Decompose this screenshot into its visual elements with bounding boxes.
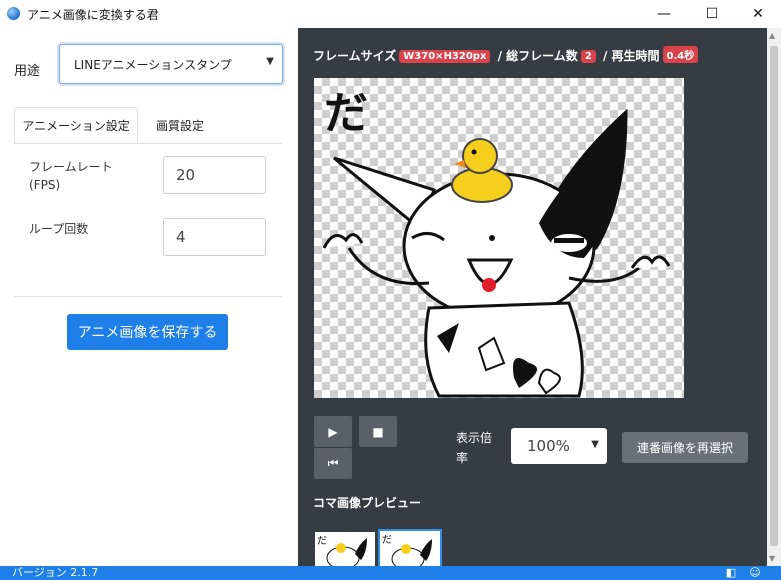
- duration-label: 再生時間: [611, 49, 660, 63]
- usage-select-value: LINEアニメーションスタンプ: [74, 58, 232, 72]
- usage-select[interactable]: LINEアニメーションスタンプ ▼: [59, 44, 283, 84]
- frame-thumbnail-2[interactable]: だ: [378, 529, 442, 570]
- frame-rate-label: フレームレート (FPS): [29, 158, 113, 194]
- caret-down-icon: ▼: [266, 56, 274, 67]
- title-bar: アニメ画像に変換する君 — ☐ ✕: [0, 0, 781, 28]
- scrollbar-thumb[interactable]: [770, 46, 778, 546]
- maximize-button[interactable]: ☐: [689, 0, 735, 28]
- settings-panel: 用途 LINEアニメーションスタンプ ▼ アニメーション設定 画質設定 フレーム…: [0, 28, 298, 566]
- cat-right-hand: [630, 255, 671, 269]
- zoom-value: 100%: [527, 437, 570, 455]
- caret-down-icon: ▼: [591, 439, 599, 450]
- vertical-scrollbar[interactable]: ▲ ▼: [767, 28, 781, 566]
- cat-left-hand: [322, 233, 364, 249]
- total-frames-badge: 2: [580, 50, 596, 63]
- play-button[interactable]: ▶: [314, 416, 352, 447]
- sticker-illustration: だ: [322, 88, 671, 398]
- zoom-label: 表示倍率: [456, 431, 493, 465]
- frame-rate-input[interactable]: 20: [163, 156, 266, 194]
- frame-rate-label-line2: (FPS): [29, 178, 61, 192]
- frame-rate-label-line1: フレームレート: [29, 160, 113, 174]
- tab-animation-settings[interactable]: アニメーション設定: [14, 107, 138, 143]
- frame-size-label: フレームサイズ: [313, 49, 397, 63]
- loop-count-input[interactable]: 4: [163, 218, 266, 256]
- save-animation-button[interactable]: アニメ画像を保存する: [67, 314, 228, 350]
- preview-panel: フレームサイズ W370×H320px / 総フレーム数 2 / 再生時間 0.4秒 …: [298, 28, 767, 570]
- animation-preview: だ: [314, 78, 684, 398]
- thumbnails-title: コマ画像プレビュー: [313, 496, 422, 510]
- settings-tabs: アニメーション設定 画質設定: [14, 107, 282, 144]
- duck-head: [462, 138, 498, 174]
- frame-thumbnail-1[interactable]: だ: [315, 532, 375, 566]
- total-frames-label: 総フレーム数: [506, 49, 578, 63]
- loop-count-value: 4: [176, 228, 186, 246]
- status-bar: バージョン 2.1.7 ◧ ☺: [0, 566, 781, 580]
- stop-icon: ■: [372, 424, 384, 439]
- zoom-select[interactable]: 100% ▼: [511, 428, 607, 464]
- divider: [14, 296, 282, 297]
- window-title: アニメ画像に変換する君: [27, 8, 159, 22]
- frame-info: フレームサイズ W370×H320px / 総フレーム数 2 / 再生時間 0.4秒: [313, 46, 701, 64]
- smiley-icon[interactable]: ☺: [749, 567, 761, 579]
- duck-beak: [454, 160, 466, 168]
- thumbnail-text: だ: [382, 534, 392, 546]
- app-icon: [7, 7, 20, 20]
- cat-nose: [489, 235, 495, 241]
- duck-eye: [471, 149, 477, 155]
- thumbnail-image: だ: [382, 534, 432, 568]
- minimize-button[interactable]: —: [641, 0, 687, 28]
- scroll-down-icon[interactable]: ▼: [769, 554, 775, 563]
- usage-label: 用途: [14, 64, 41, 79]
- version-text: バージョン 2.1.7: [12, 566, 99, 579]
- thumbnail-text: だ: [317, 535, 327, 547]
- sticker-text: だ: [324, 88, 368, 139]
- frame-size-badge: W370×H320px: [399, 50, 491, 63]
- thumbnail-image: だ: [317, 535, 367, 566]
- scroll-up-icon[interactable]: ▲: [769, 31, 775, 40]
- reselect-images-button[interactable]: 連番画像を再選択: [622, 432, 748, 463]
- frame-rate-value: 20: [176, 166, 196, 184]
- play-icon: ▶: [328, 424, 338, 439]
- cat-tongue: [482, 278, 496, 292]
- loop-count-label: ループ回数: [29, 222, 89, 236]
- duration-badge: 0.4秒: [662, 46, 699, 63]
- close-button[interactable]: ✕: [735, 0, 781, 28]
- cat-eyelid: [554, 238, 584, 243]
- logo-icon[interactable]: ◧: [725, 567, 737, 579]
- tab-quality-settings[interactable]: 画質設定: [138, 107, 222, 143]
- stop-button[interactable]: ■: [359, 416, 397, 447]
- skip-back-icon: ⏮: [327, 456, 339, 470]
- rewind-button[interactable]: ⏮: [314, 448, 352, 479]
